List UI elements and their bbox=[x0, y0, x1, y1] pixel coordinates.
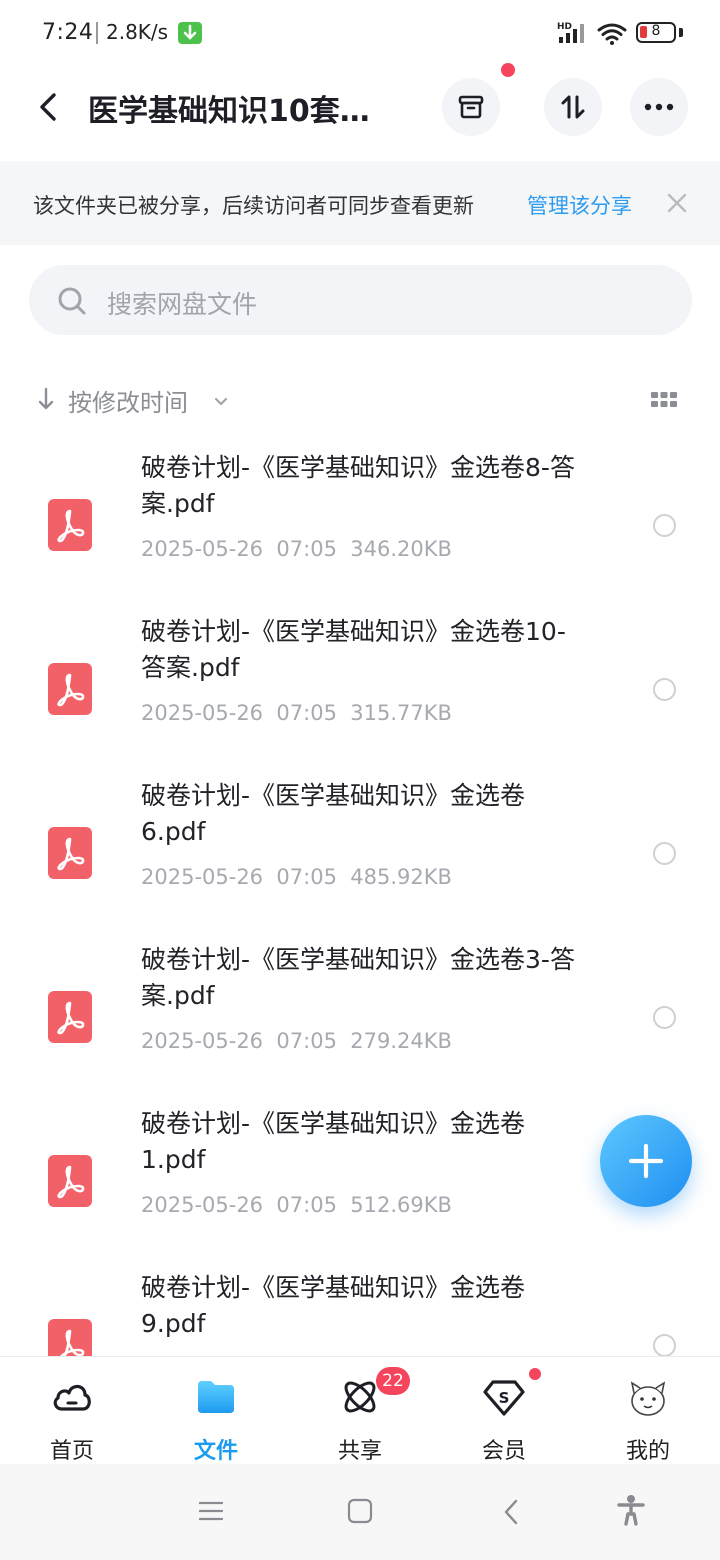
sort-label[interactable]: 按修改时间 bbox=[68, 383, 188, 418]
home-cloud-icon bbox=[50, 1375, 94, 1419]
more-dots-icon bbox=[644, 103, 674, 111]
file-date: 2025-05-26 bbox=[141, 537, 264, 561]
file-row[interactable]: 破卷计划-《医学基础知识》金选卷9.pdf bbox=[0, 1270, 720, 1356]
manage-share-link[interactable]: 管理该分享 bbox=[527, 190, 632, 220]
share-banner-text: 该文件夹已被分享，后续访问者可同步查看更新 bbox=[33, 194, 474, 218]
tab-profile[interactable]: 我的 bbox=[576, 1357, 720, 1465]
file-meta: 2025-05-26 07:05 485.92KB bbox=[141, 865, 452, 889]
transfer-button[interactable] bbox=[544, 78, 602, 136]
back-button[interactable] bbox=[28, 84, 68, 130]
network-type: HD bbox=[557, 22, 572, 32]
network-speed: 2.8K/s bbox=[106, 20, 169, 44]
tab-label: 会员 bbox=[481, 1439, 526, 1464]
file-date: 2025-05-26 bbox=[141, 865, 264, 889]
archive-box-icon bbox=[458, 95, 484, 119]
back-nav-icon[interactable] bbox=[502, 1498, 520, 1530]
tab-vip[interactable]: S 会员 bbox=[432, 1357, 576, 1465]
file-time: 07:05 bbox=[276, 1029, 337, 1053]
file-name: 破卷计划-《医学基础知识》金选卷6.pdf bbox=[141, 781, 526, 846]
file-size: 346.20KB bbox=[350, 537, 452, 561]
vip-diamond-icon: S bbox=[482, 1375, 526, 1419]
notification-dot bbox=[501, 63, 515, 77]
pdf-file-icon bbox=[48, 1155, 92, 1207]
accessibility-icon[interactable] bbox=[616, 1494, 646, 1530]
folder-icon bbox=[194, 1375, 238, 1419]
status-divider bbox=[96, 22, 98, 44]
wifi-icon bbox=[597, 22, 629, 50]
select-radio[interactable] bbox=[653, 1334, 676, 1356]
tab-label: 首页 bbox=[49, 1439, 94, 1464]
file-time: 07:05 bbox=[276, 537, 337, 561]
bottom-tab-bar: 首页 文件 共享 S 会员 我的 bbox=[0, 1356, 720, 1465]
file-date: 2025-05-26 bbox=[141, 701, 264, 725]
tab-files[interactable]: 文件 bbox=[144, 1357, 288, 1465]
plus-icon bbox=[628, 1143, 664, 1179]
file-name: 破卷计划-《医学基础知识》金选卷1.pdf bbox=[141, 1109, 526, 1174]
file-name: 破卷计划-《医学基础知识》金选卷3-答案.pdf bbox=[141, 945, 575, 1010]
search-icon bbox=[57, 286, 87, 320]
close-banner-button[interactable] bbox=[664, 190, 690, 216]
tab-label: 共享 bbox=[337, 1439, 382, 1464]
file-size: 485.92KB bbox=[350, 865, 452, 889]
battery-icon: 8 bbox=[636, 22, 676, 43]
file-size: 279.24KB bbox=[350, 1029, 452, 1053]
tab-home[interactable]: 首页 bbox=[0, 1357, 144, 1465]
home-nav-icon[interactable] bbox=[347, 1498, 373, 1528]
pdf-file-icon bbox=[48, 991, 92, 1043]
battery-tip bbox=[679, 28, 683, 37]
system-nav-bar bbox=[0, 1464, 720, 1560]
file-date: 2025-05-26 bbox=[141, 1029, 264, 1053]
clock: 7:24 bbox=[42, 20, 94, 45]
file-time: 07:05 bbox=[276, 1193, 337, 1217]
battery-percent: 8 bbox=[651, 23, 661, 39]
file-name: 破卷计划-《医学基础知识》金选卷10-答案.pdf bbox=[141, 617, 566, 682]
pdf-file-icon bbox=[48, 827, 92, 879]
file-size: 315.77KB bbox=[350, 701, 452, 725]
avatar-icon bbox=[626, 1375, 670, 1419]
pdf-file-icon bbox=[48, 663, 92, 715]
pdf-file-icon bbox=[48, 499, 92, 551]
file-date: 2025-05-26 bbox=[141, 1193, 264, 1217]
menu-nav-icon[interactable] bbox=[198, 1500, 224, 1526]
svg-text:S: S bbox=[499, 1389, 510, 1407]
select-radio[interactable] bbox=[653, 842, 676, 865]
page-title: 医学基础知识10套… bbox=[88, 94, 370, 129]
signal-icon: HD bbox=[557, 20, 589, 50]
archive-button[interactable] bbox=[442, 78, 500, 136]
add-button[interactable] bbox=[600, 1115, 692, 1207]
file-meta: 2025-05-26 07:05 315.77KB bbox=[141, 701, 452, 725]
pdf-file-icon bbox=[48, 1319, 92, 1356]
file-row[interactable]: 破卷计划-《医学基础知识》金选卷8-答案.pdf 2025-05-26 07:0… bbox=[0, 450, 720, 614]
vip-notification-dot bbox=[529, 1368, 541, 1380]
tab-label: 我的 bbox=[625, 1439, 670, 1464]
tab-label: 文件 bbox=[193, 1439, 238, 1464]
transfer-arrows-icon bbox=[561, 95, 585, 119]
file-name: 破卷计划-《医学基础知识》金选卷8-答案.pdf bbox=[141, 453, 575, 518]
tab-share[interactable]: 共享 bbox=[288, 1357, 432, 1465]
file-meta: 2025-05-26 07:05 512.69KB bbox=[141, 1193, 452, 1217]
file-row[interactable]: 破卷计划-《医学基础知识》金选卷6.pdf 2025-05-26 07:05 4… bbox=[0, 778, 720, 942]
download-icon bbox=[178, 22, 202, 44]
status-bar: 7:24 2.8K/s HD 8 bbox=[0, 0, 720, 66]
select-radio[interactable] bbox=[653, 1006, 676, 1029]
file-size: 512.69KB bbox=[350, 1193, 452, 1217]
close-icon bbox=[667, 193, 687, 213]
grid-view-icon[interactable] bbox=[650, 391, 678, 413]
file-row[interactable]: 破卷计划-《医学基础知识》金选卷3-答案.pdf 2025-05-26 07:0… bbox=[0, 942, 720, 1106]
file-meta: 2025-05-26 07:05 346.20KB bbox=[141, 537, 452, 561]
select-radio[interactable] bbox=[653, 514, 676, 537]
file-time: 07:05 bbox=[276, 865, 337, 889]
select-radio[interactable] bbox=[653, 678, 676, 701]
more-button[interactable] bbox=[630, 78, 688, 136]
back-arrow-icon bbox=[40, 93, 56, 121]
search-placeholder: 搜索网盘文件 bbox=[107, 290, 258, 319]
file-name: 破卷计划-《医学基础知识》金选卷9.pdf bbox=[141, 1273, 526, 1338]
sort-direction-icon[interactable] bbox=[37, 386, 55, 416]
chevron-down-icon[interactable] bbox=[213, 393, 229, 412]
file-meta: 2025-05-26 07:05 279.24KB bbox=[141, 1029, 452, 1053]
share-count-badge: 22 bbox=[376, 1367, 410, 1395]
file-row[interactable]: 破卷计划-《医学基础知识》金选卷10-答案.pdf 2025-05-26 07:… bbox=[0, 614, 720, 778]
file-time: 07:05 bbox=[276, 701, 337, 725]
